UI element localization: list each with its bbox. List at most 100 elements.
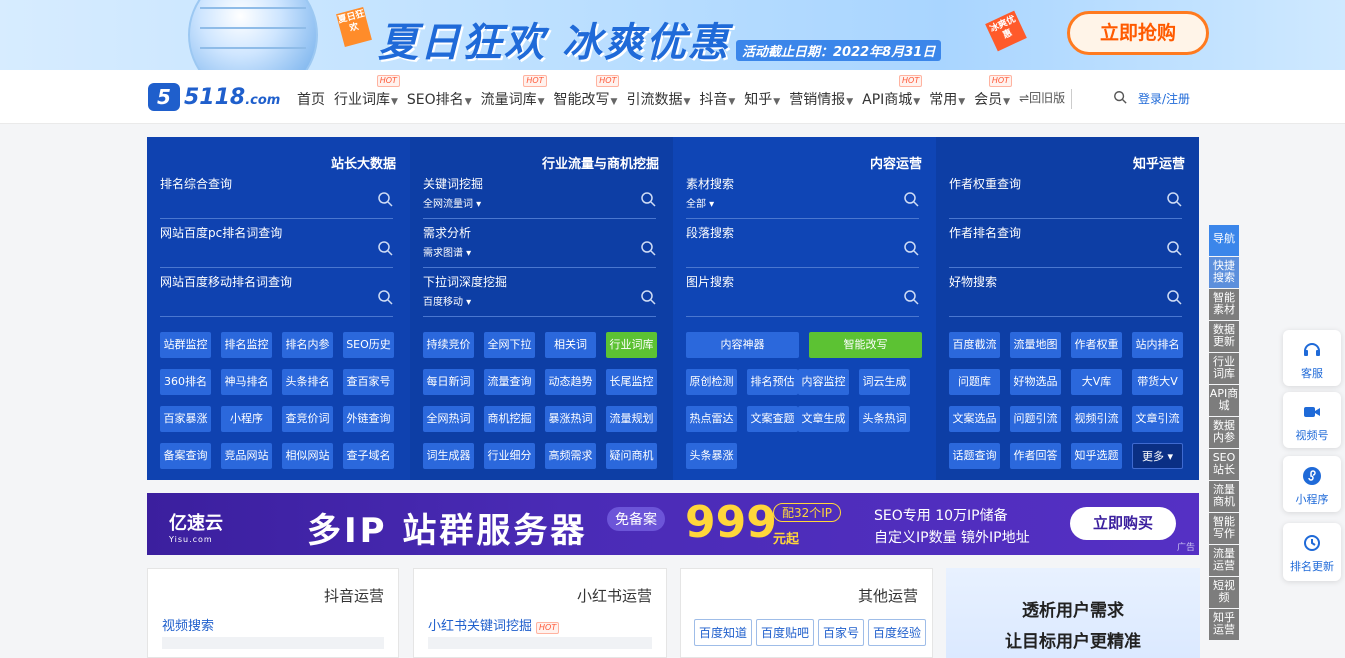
- login-register-link[interactable]: 登录/注册: [1138, 90, 1190, 107]
- side-nav-item[interactable]: 知乎运营: [1209, 609, 1239, 640]
- side-nav-item[interactable]: 流量商机: [1209, 481, 1239, 512]
- tool-button[interactable]: 外链查询: [343, 406, 394, 432]
- tool-button[interactable]: 头条热词: [859, 406, 910, 432]
- search-icon[interactable]: [1166, 191, 1182, 207]
- tool-button[interactable]: 大V库: [1071, 369, 1122, 395]
- float-miniprogram[interactable]: 小程序: [1283, 456, 1341, 512]
- float-rank-update[interactable]: 排名更新: [1283, 523, 1341, 581]
- tool-button[interactable]: 文案查题: [747, 406, 798, 432]
- tool-button[interactable]: 相似网站: [282, 443, 333, 469]
- tool-button[interactable]: 排名内参: [282, 332, 333, 358]
- tool-button[interactable]: 站内排名: [1132, 332, 1183, 358]
- nav-item[interactable]: 智能改写▼ HOT: [554, 75, 620, 109]
- query-field[interactable]: 网站百度移动排名词查询: [160, 273, 393, 317]
- query-dropdown[interactable]: 全部 ▾: [686, 195, 714, 210]
- float-service[interactable]: 客服: [1283, 330, 1341, 386]
- tool-button[interactable]: 行业细分: [484, 443, 535, 469]
- query-field[interactable]: 排名综合查询: [160, 175, 393, 219]
- tool-button[interactable]: 原创检测: [686, 369, 737, 395]
- search-icon[interactable]: [1166, 240, 1182, 256]
- tool-button[interactable]: 小程序: [221, 406, 272, 432]
- side-nav-item[interactable]: 短视频: [1209, 577, 1239, 608]
- old-version-link[interactable]: ⇌回旧版: [1019, 89, 1073, 109]
- side-nav-item[interactable]: 导航: [1209, 225, 1239, 256]
- tool-button[interactable]: 持续竞价: [423, 332, 474, 358]
- query-dropdown[interactable]: 需求图谱 ▾: [423, 244, 471, 259]
- tool-button[interactable]: 神马排名: [221, 369, 272, 395]
- side-nav-item[interactable]: API商城: [1209, 385, 1239, 416]
- search-icon[interactable]: [640, 240, 656, 256]
- tool-button[interactable]: 暴涨热词: [545, 406, 596, 432]
- query-field[interactable]: 关键词挖掘 全网流量词 ▾: [423, 175, 656, 219]
- tool-button[interactable]: 百家暴涨: [160, 406, 211, 432]
- search-field[interactable]: [428, 637, 652, 649]
- nav-item[interactable]: 常用▼: [929, 89, 965, 109]
- query-field[interactable]: 图片搜索: [686, 273, 919, 317]
- tool-button[interactable]: 流量地图: [1010, 332, 1061, 358]
- query-field[interactable]: 网站百度pc排名词查询: [160, 224, 393, 268]
- nav-item[interactable]: 营销情报▼: [789, 89, 853, 109]
- tool-button[interactable]: 文章生成: [798, 406, 849, 432]
- query-field[interactable]: 素材搜索 全部 ▾: [686, 175, 919, 219]
- tool-button[interactable]: 站群监控: [160, 332, 211, 358]
- promo-card[interactable]: 透析用户需求 让目标用户更精准: [946, 568, 1200, 658]
- search-icon[interactable]: [640, 289, 656, 305]
- tag-link[interactable]: 百度知道: [694, 619, 753, 646]
- tool-button[interactable]: 话题查询: [949, 443, 1000, 469]
- tool-button[interactable]: 360排名: [160, 369, 211, 395]
- tool-button[interactable]: 竞品网站: [221, 443, 272, 469]
- side-nav-item[interactable]: 数据更新: [1209, 321, 1239, 352]
- query-field[interactable]: 好物搜索: [949, 273, 1182, 317]
- tool-button[interactable]: 问题库: [949, 369, 1000, 395]
- side-nav-item[interactable]: SEO站长: [1209, 449, 1239, 480]
- nav-item[interactable]: 引流数据▼: [626, 89, 690, 109]
- tool-button[interactable]: 商机挖掘: [484, 406, 535, 432]
- tool-button[interactable]: 疑问商机: [606, 443, 657, 469]
- tool-button[interactable]: 作者权重: [1071, 332, 1122, 358]
- search-icon[interactable]: [377, 240, 393, 256]
- tag-link[interactable]: 百度经验: [868, 619, 927, 646]
- tool-button[interactable]: 流量查询: [484, 369, 535, 395]
- query-field[interactable]: 段落搜索: [686, 224, 919, 268]
- search-icon[interactable]: [377, 289, 393, 305]
- tool-button[interactable]: 好物选品: [1010, 369, 1061, 395]
- query-field[interactable]: 作者权重查询: [949, 175, 1182, 219]
- tool-button[interactable]: 视频引流: [1071, 406, 1122, 432]
- search-icon[interactable]: [1166, 289, 1182, 305]
- tag-link[interactable]: 百家号: [818, 619, 865, 646]
- ad-cta-button[interactable]: 立即购买: [1070, 507, 1176, 540]
- float-video[interactable]: 视频号: [1283, 392, 1341, 448]
- tool-button[interactable]: 相关词: [545, 332, 596, 358]
- search-icon[interactable]: [903, 240, 919, 256]
- tool-button[interactable]: 备案查询: [160, 443, 211, 469]
- tool-button[interactable]: 查百家号: [343, 369, 394, 395]
- tool-button[interactable]: 文案选品: [949, 406, 1000, 432]
- top-banner[interactable]: 夏日狂欢 夏日狂欢 冰爽优惠 活动截止日期：2022年8月31日 冰爽优惠 立即…: [0, 0, 1345, 70]
- tool-button[interactable]: 问题引流: [1010, 406, 1061, 432]
- search-icon[interactable]: [903, 289, 919, 305]
- ad-banner[interactable]: 亿速云 Yisu.com 多IP 站群服务器 免备案 999 配32个IP 元起 …: [147, 493, 1199, 555]
- tool-button[interactable]: 头条暴涨: [686, 443, 737, 469]
- tool-button[interactable]: 词云生成: [859, 369, 910, 395]
- nav-item[interactable]: 行业词库▼ HOT: [334, 75, 400, 109]
- tool-button[interactable]: 全网下拉: [484, 332, 535, 358]
- nav-item[interactable]: 会员▼ HOT: [974, 75, 1013, 109]
- tag-link[interactable]: 百度贴吧: [756, 619, 815, 646]
- query-dropdown[interactable]: 百度移动 ▾: [423, 293, 471, 308]
- tool-button[interactable]: 长尾监控: [606, 369, 657, 395]
- tool-button[interactable]: 内容监控: [798, 369, 849, 395]
- side-nav-item[interactable]: 流量运营: [1209, 545, 1239, 576]
- tool-button[interactable]: 动态趋势: [545, 369, 596, 395]
- tool-button[interactable]: 排名预估: [747, 369, 798, 395]
- query-dropdown[interactable]: 全网流量词 ▾: [423, 195, 481, 210]
- tool-button[interactable]: 热点雷达: [686, 406, 737, 432]
- tool-button[interactable]: 带货大V: [1132, 369, 1183, 395]
- tool-button[interactable]: 百度截流: [949, 332, 1000, 358]
- tool-button[interactable]: 高频需求: [545, 443, 596, 469]
- site-logo[interactable]: 5 5118.com: [148, 83, 280, 111]
- nav-item[interactable]: 流量词库▼ HOT: [481, 75, 547, 109]
- tool-button[interactable]: 文章引流: [1132, 406, 1183, 432]
- search-icon[interactable]: [903, 191, 919, 207]
- nav-item[interactable]: 首页: [297, 89, 325, 109]
- tool-button[interactable]: 词生成器: [423, 443, 474, 469]
